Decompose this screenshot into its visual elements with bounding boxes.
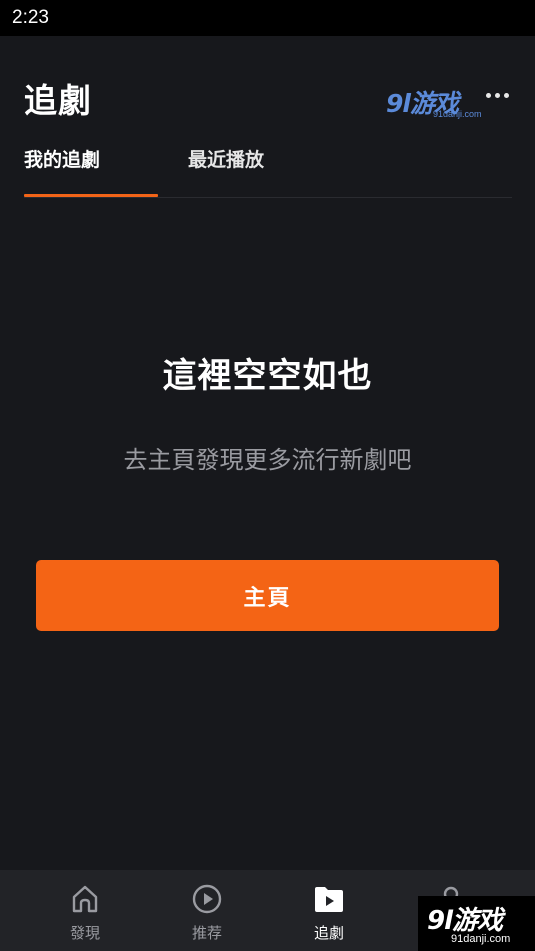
more-horizontal-icon bbox=[485, 92, 491, 98]
more-dot bbox=[503, 92, 509, 98]
more-dot bbox=[494, 92, 500, 98]
page-title: 追劇 bbox=[24, 81, 92, 120]
tab-divider bbox=[24, 197, 512, 198]
nav-label-recommend: 推荐 bbox=[191, 924, 222, 942]
more-options-button[interactable] bbox=[482, 86, 512, 104]
empty-state-subtitle: 去主頁發現更多流行新劇吧 bbox=[123, 446, 412, 474]
go-home-button[interactable]: 主頁 bbox=[36, 560, 499, 631]
nav-item-recommend[interactable]: 推荐 bbox=[162, 870, 252, 951]
home-icon bbox=[72, 885, 98, 913]
watermark-logo: 9l游戏 91danji.com bbox=[386, 84, 482, 122]
empty-state-title: 這裡空空如也 bbox=[162, 356, 373, 396]
nav-item-discover[interactable]: 發現 bbox=[40, 870, 130, 951]
status-time: 2:23 bbox=[12, 7, 49, 28]
tab-my-following[interactable]: 我的追劇 bbox=[24, 145, 100, 185]
watermark-badge-url: 91danji.com bbox=[451, 933, 511, 945]
watermark-badge: 9l游戏 91danji.com bbox=[418, 896, 535, 951]
tab-recently-played[interactable]: 最近播放 bbox=[188, 145, 264, 185]
watermark-badge-logo: 9l游戏 bbox=[427, 906, 503, 936]
status-bar: 2:23 bbox=[0, 0, 535, 36]
watermark-url: 91danji.com bbox=[433, 109, 482, 119]
play-circle-icon bbox=[192, 884, 222, 914]
folder-play-icon bbox=[315, 887, 343, 912]
nav-label-following: 追劇 bbox=[313, 924, 344, 942]
nav-item-following[interactable]: 追劇 bbox=[284, 870, 374, 951]
nav-label-discover: 發現 bbox=[69, 924, 100, 942]
